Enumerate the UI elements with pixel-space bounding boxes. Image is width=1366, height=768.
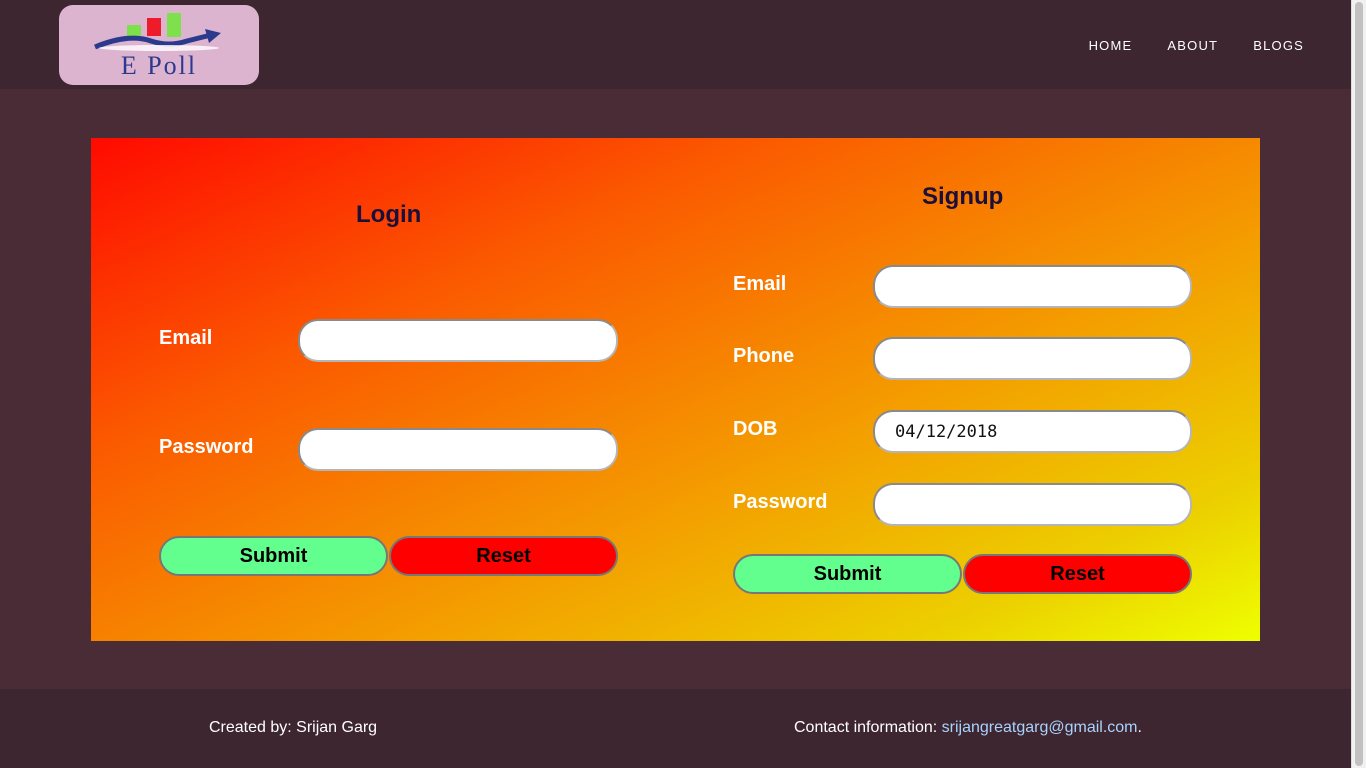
footer-credit: Created by: Srijan Garg: [209, 719, 378, 736]
contact-email-link[interactable]: srijangreatgarg@gmail.com: [942, 719, 1138, 736]
login-submit-button[interactable]: Submit: [159, 536, 388, 576]
signup-phone-input[interactable]: [873, 337, 1192, 380]
contact-prefix: Contact information:: [794, 719, 942, 736]
login-email-input[interactable]: [298, 319, 618, 362]
vertical-scrollbar[interactable]: [1351, 0, 1366, 768]
login-email-label: Email: [159, 327, 213, 349]
signup-email-label: Email: [733, 273, 787, 295]
login-password-input[interactable]: [298, 428, 618, 471]
logo-text: E Poll: [120, 51, 198, 80]
signup-dob-input[interactable]: 04/12/2018: [873, 410, 1192, 453]
signup-reset-button[interactable]: Reset: [963, 554, 1192, 594]
footer-contact: Contact information: srijangreatgarg@gma…: [794, 719, 1142, 737]
signup-title: Signup: [922, 183, 1004, 210]
login-password-label: Password: [159, 436, 254, 458]
signup-dob-label: DOB: [733, 418, 778, 440]
signup-email-input[interactable]: [873, 265, 1192, 308]
signup-submit-button[interactable]: Submit: [733, 554, 962, 594]
main-nav: HOME ABOUT BLOGS: [1089, 38, 1304, 53]
auth-panel: Login Email Password Submit Reset Signup…: [91, 138, 1260, 641]
site-header: E Poll HOME ABOUT BLOGS: [0, 0, 1351, 89]
contact-suffix: .: [1137, 719, 1142, 736]
signup-phone-label: Phone: [733, 345, 795, 367]
signup-password-input[interactable]: [873, 483, 1192, 526]
site-footer: Created by: Srijan Garg Contact informat…: [0, 689, 1351, 768]
scrollbar-thumb[interactable]: [1355, 2, 1363, 766]
signup-password-label: Password: [733, 491, 828, 513]
nav-about[interactable]: ABOUT: [1167, 38, 1218, 53]
login-reset-button[interactable]: Reset: [389, 536, 618, 576]
nav-home[interactable]: HOME: [1089, 38, 1133, 53]
epoll-logo[interactable]: E Poll: [59, 5, 259, 85]
login-title: Login: [356, 201, 422, 228]
nav-blogs[interactable]: BLOGS: [1253, 38, 1304, 53]
